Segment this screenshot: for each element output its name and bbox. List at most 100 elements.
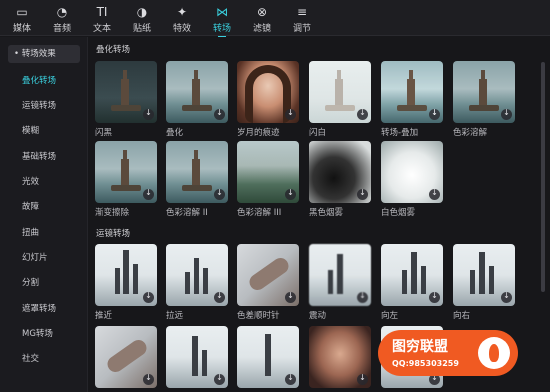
transition-tile[interactable] (95, 61, 157, 123)
sidebar-item-distort[interactable]: 扭曲 (22, 225, 39, 241)
download-icon[interactable] (285, 291, 296, 303)
download-icon[interactable] (285, 373, 296, 385)
tile-label: 色彩溶解 (453, 128, 488, 138)
island-art (111, 105, 141, 111)
grid-scrollbar[interactable] (541, 62, 545, 292)
transition-tile[interactable] (95, 326, 157, 388)
building-art (194, 258, 199, 294)
tab-sticker[interactable]: ◑ 贴纸 (122, 4, 162, 34)
tab-effects[interactable]: ✦ 特效 (162, 4, 202, 34)
building-art (202, 350, 207, 376)
text-icon: TI (96, 5, 108, 19)
tile-label: 色差顺时针 (237, 311, 280, 321)
download-icon[interactable] (214, 108, 225, 120)
download-icon[interactable] (357, 188, 368, 200)
download-icon[interactable] (357, 291, 368, 303)
transition-tile[interactable] (453, 61, 515, 123)
sidebar-group-transition-effects[interactable]: • 转场效果 (8, 45, 80, 63)
media-icon: ▭ (16, 5, 28, 19)
sidebar-item-social[interactable]: 社交 (22, 351, 39, 367)
transition-tile[interactable] (95, 244, 157, 306)
transition-tile[interactable] (237, 61, 299, 123)
tile-label: 拉远 (166, 311, 184, 321)
tile-label: 色彩溶解 II (166, 208, 208, 218)
download-icon[interactable] (357, 373, 368, 385)
watermark-contact: QQ:985303259 (392, 359, 459, 368)
building-art (470, 270, 475, 294)
tab-transition[interactable]: ⋈ 转场 (202, 4, 242, 38)
transition-tile[interactable] (381, 244, 443, 306)
tile-label: 转场-叠加 (381, 128, 419, 138)
download-icon[interactable] (429, 188, 440, 200)
island-art (182, 185, 212, 191)
download-icon[interactable] (285, 188, 296, 200)
download-icon[interactable] (214, 373, 225, 385)
transition-tile[interactable] (309, 141, 371, 203)
building-art (489, 266, 494, 294)
sidebar-item-light[interactable]: 光效 (22, 174, 39, 190)
sidebar-item-glitch[interactable]: 故障 (22, 199, 39, 215)
download-icon[interactable] (429, 291, 440, 303)
building-art (185, 272, 190, 294)
download-icon[interactable] (357, 108, 368, 120)
transition-tile[interactable] (309, 244, 371, 306)
transition-tile[interactable] (453, 244, 515, 306)
download-icon[interactable] (143, 291, 154, 303)
sidebar-item-mask[interactable]: 遮罩转场 (22, 301, 56, 317)
island-art (182, 105, 212, 111)
top-toolbar: ▭ 媒体 ◔ 音频 TI 文本 ◑ 贴纸 ✦ 特效 ⋈ 转场 ⊗ 滤镜 ≡ 调节 (0, 0, 550, 38)
transition-tile[interactable] (237, 141, 299, 203)
transition-tile[interactable] (166, 61, 228, 123)
tab-label: 贴纸 (132, 24, 151, 34)
tab-label: 文本 (92, 24, 111, 34)
transition-tile[interactable] (309, 326, 371, 388)
tile-label: 叠化 (166, 128, 184, 138)
transition-tile[interactable] (381, 141, 443, 203)
transition-tile[interactable] (237, 326, 299, 388)
transition-tile[interactable] (309, 61, 371, 123)
sidebar-item-dissolve[interactable]: 叠化转场 (22, 73, 56, 89)
transition-tile[interactable] (237, 244, 299, 306)
transition-tile[interactable] (166, 326, 228, 388)
sidebar-item-camera[interactable]: 运镜转场 (22, 98, 56, 114)
island-art (111, 185, 141, 191)
tower-art (121, 150, 129, 187)
transition-tile[interactable] (381, 61, 443, 123)
tab-audio[interactable]: ◔ 音频 (42, 4, 82, 34)
tab-media[interactable]: ▭ 媒体 (2, 4, 42, 34)
download-icon[interactable] (501, 291, 512, 303)
tile-label: 色彩溶解 III (237, 208, 282, 218)
download-icon[interactable] (501, 108, 512, 120)
tab-adjust[interactable]: ≡ 调节 (282, 4, 322, 34)
building-art (123, 250, 129, 294)
sidebar-item-blur[interactable]: 模糊 (22, 123, 39, 139)
download-icon[interactable] (429, 108, 440, 120)
download-icon[interactable] (143, 188, 154, 200)
hand-art (104, 336, 150, 376)
island-art (397, 105, 427, 111)
sidebar-item-slideshow[interactable]: 幻灯片 (22, 250, 48, 266)
transition-tile[interactable] (95, 141, 157, 203)
tower-art (479, 70, 487, 107)
tower-art (335, 70, 343, 107)
island-art (325, 105, 355, 111)
hand-art (246, 254, 292, 294)
tile-label: 黑色烟雾 (309, 208, 344, 218)
transition-tile[interactable] (166, 244, 228, 306)
download-icon[interactable] (214, 188, 225, 200)
download-icon[interactable] (285, 108, 296, 120)
island-art (469, 105, 499, 111)
sidebar-item-split[interactable]: 分割 (22, 275, 39, 291)
sidebar-item-basic[interactable]: 基础转场 (22, 149, 56, 165)
tab-label: 媒体 (12, 24, 31, 34)
tab-text[interactable]: TI 文本 (82, 4, 122, 34)
download-icon[interactable] (143, 373, 154, 385)
transition-tile[interactable] (166, 141, 228, 203)
download-icon[interactable] (143, 108, 154, 120)
tab-filter[interactable]: ⊗ 滤镜 (242, 4, 282, 34)
section-title-dissolve: 叠化转场 (96, 45, 131, 55)
download-icon[interactable] (214, 291, 225, 303)
building-art (411, 252, 417, 294)
sidebar-item-mg[interactable]: MG转场 (22, 326, 53, 342)
building-art (479, 252, 485, 294)
